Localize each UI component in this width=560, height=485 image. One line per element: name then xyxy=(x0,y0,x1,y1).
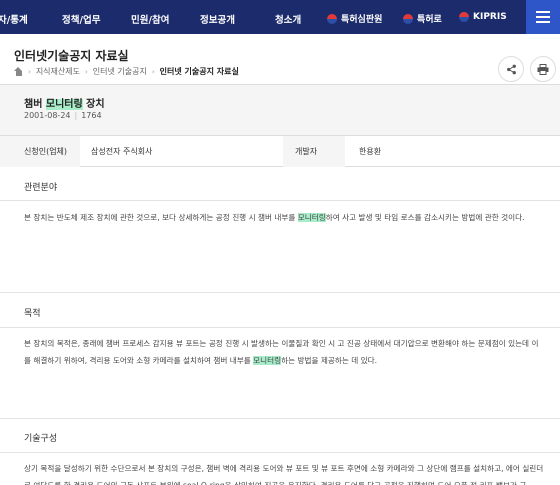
applicant-value: 삼성전자 주식회사 xyxy=(91,147,153,156)
nav-item-statistics[interactable]: 자/통계 xyxy=(0,12,28,26)
top-navigation-bar: 자/통계 정책/업무 민원/참여 정보공개 청소개 특허심판원 특허로 KIPR… xyxy=(0,0,560,34)
nav-link-patentro-label: 특허로 xyxy=(417,15,442,25)
section-divider xyxy=(0,452,560,453)
section-divider xyxy=(0,327,560,328)
meta-divider: | xyxy=(74,111,78,120)
title-highlight: 모니터링 xyxy=(45,99,83,110)
nav-item-disclosure[interactable]: 정보공개 xyxy=(200,12,235,26)
section-title-config: 기술구성 xyxy=(24,434,58,444)
section-body-field: 본 장치는 반도체 제조 장치에 관한 것으로, 보다 상세하게는 공정 진행 … xyxy=(24,209,544,226)
body-highlight: 모니터링 xyxy=(297,213,326,222)
body-text: 본 장치는 반도체 제조 장치에 관한 것으로, 보다 상세하게는 공정 진행 … xyxy=(24,213,298,222)
chevron-right-icon: › xyxy=(84,67,88,76)
printer-icon xyxy=(537,63,549,75)
applicant-label: 신청인(업체) xyxy=(24,147,68,156)
share-button[interactable] xyxy=(498,56,524,82)
nav-item-civil[interactable]: 민원/참여 xyxy=(131,12,169,26)
developer-label: 개발자 xyxy=(295,147,318,156)
section-title-field: 관련분야 xyxy=(24,183,58,193)
breadcrumb-item[interactable]: 인터넷 기술공지 xyxy=(93,66,147,77)
breadcrumb: › 지식재산제도 › 인터넷 기술공지 › 인터넷 기술공지 자료실 xyxy=(14,66,239,77)
gov-emblem-icon xyxy=(459,12,469,22)
section-title-purpose: 목적 xyxy=(24,309,41,319)
breadcrumb-item[interactable]: 지식재산제도 xyxy=(36,66,80,77)
chevron-right-icon: › xyxy=(151,67,155,76)
section-body-purpose: 본 장치의 목적은, 종래에 챔버 프로세스 감지용 뷰 포트는 공정 진행 시… xyxy=(24,335,544,369)
document-number: 1764 xyxy=(81,111,102,120)
info-row xyxy=(0,136,560,167)
print-button[interactable] xyxy=(530,56,556,82)
share-icon xyxy=(506,64,516,74)
nav-item-policy[interactable]: 정책/업무 xyxy=(62,12,100,26)
developer-value: 한용환 xyxy=(359,147,382,156)
document-meta: 2001-08-24 | 1764 xyxy=(24,111,102,120)
document-header xyxy=(0,84,560,136)
hamburger-menu-button[interactable] xyxy=(526,0,560,34)
section-divider xyxy=(0,418,560,419)
nav-link-kipris[interactable]: KIPRIS xyxy=(459,12,507,22)
section-divider xyxy=(0,200,560,201)
chevron-right-icon: › xyxy=(28,67,31,76)
nav-link-ipt[interactable]: 특허심판원 xyxy=(327,12,382,25)
nav-item-about[interactable]: 청소개 xyxy=(275,12,301,26)
nav-link-patentro[interactable]: 특허로 xyxy=(403,12,442,25)
home-icon[interactable] xyxy=(14,67,23,76)
section-body-config: 상기 목적을 달성하기 위한 수단으로서 본 장치의 구성은, 챔버 벽에 격리… xyxy=(24,464,544,485)
body-highlight: 모니터링 xyxy=(253,356,282,365)
title-text: 장치 xyxy=(82,99,105,110)
body-text: 하는 방법을 제공하는 데 있다. xyxy=(281,356,378,365)
document-date: 2001-08-24 xyxy=(24,111,71,120)
nav-link-kipris-label: KIPRIS xyxy=(473,12,507,22)
gov-emblem-icon xyxy=(327,13,337,24)
section-divider xyxy=(0,292,560,293)
page-title: 인터넷기술공지 자료실 xyxy=(14,49,129,63)
document-title: 챔버 모니터링 장치 xyxy=(24,95,105,110)
nav-link-ipt-label: 특허심판원 xyxy=(341,15,383,25)
title-text: 챔버 xyxy=(24,99,46,110)
body-text: 하여 사고 발생 및 타임 로스를 감소시키는 방법에 관한 것이다. xyxy=(325,213,525,222)
gov-emblem-icon xyxy=(403,13,413,24)
breadcrumb-current: 인터넷 기술공지 자료실 xyxy=(159,67,239,76)
